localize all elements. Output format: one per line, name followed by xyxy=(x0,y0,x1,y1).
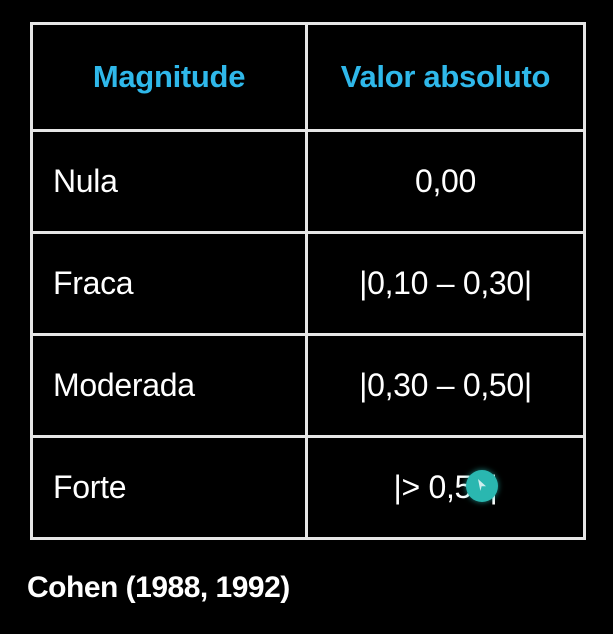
cell-valor: |0,30 – 0,50| xyxy=(305,333,586,438)
table-row: Moderada |0,30 – 0,50| xyxy=(30,333,586,438)
cell-magnitude: Forte xyxy=(30,435,308,540)
table-header-row: Magnitude Valor absoluto xyxy=(30,22,586,132)
pointer-cursor-icon xyxy=(466,470,498,502)
cell-valor: |0,10 – 0,30| xyxy=(305,231,586,336)
header-valor-absoluto: Valor absoluto xyxy=(305,22,586,132)
header-magnitude: Magnitude xyxy=(30,22,308,132)
cell-magnitude: Fraca xyxy=(30,231,308,336)
effect-size-table-container: Magnitude Valor absoluto Nula 0,00 Fraca… xyxy=(30,22,586,540)
cell-valor: 0,00 xyxy=(305,129,586,234)
table-row: Nula 0,00 xyxy=(30,129,586,234)
cell-magnitude: Nula xyxy=(30,129,308,234)
cell-valor: |> 0,50| xyxy=(305,435,586,540)
effect-size-table: Magnitude Valor absoluto Nula 0,00 Fraca… xyxy=(30,22,586,540)
citation-text: Cohen (1988, 1992) xyxy=(27,571,290,604)
table-row: Fraca |0,10 – 0,30| xyxy=(30,231,586,336)
cell-magnitude: Moderada xyxy=(30,333,308,438)
table-row: Forte |> 0,50| xyxy=(30,435,586,540)
